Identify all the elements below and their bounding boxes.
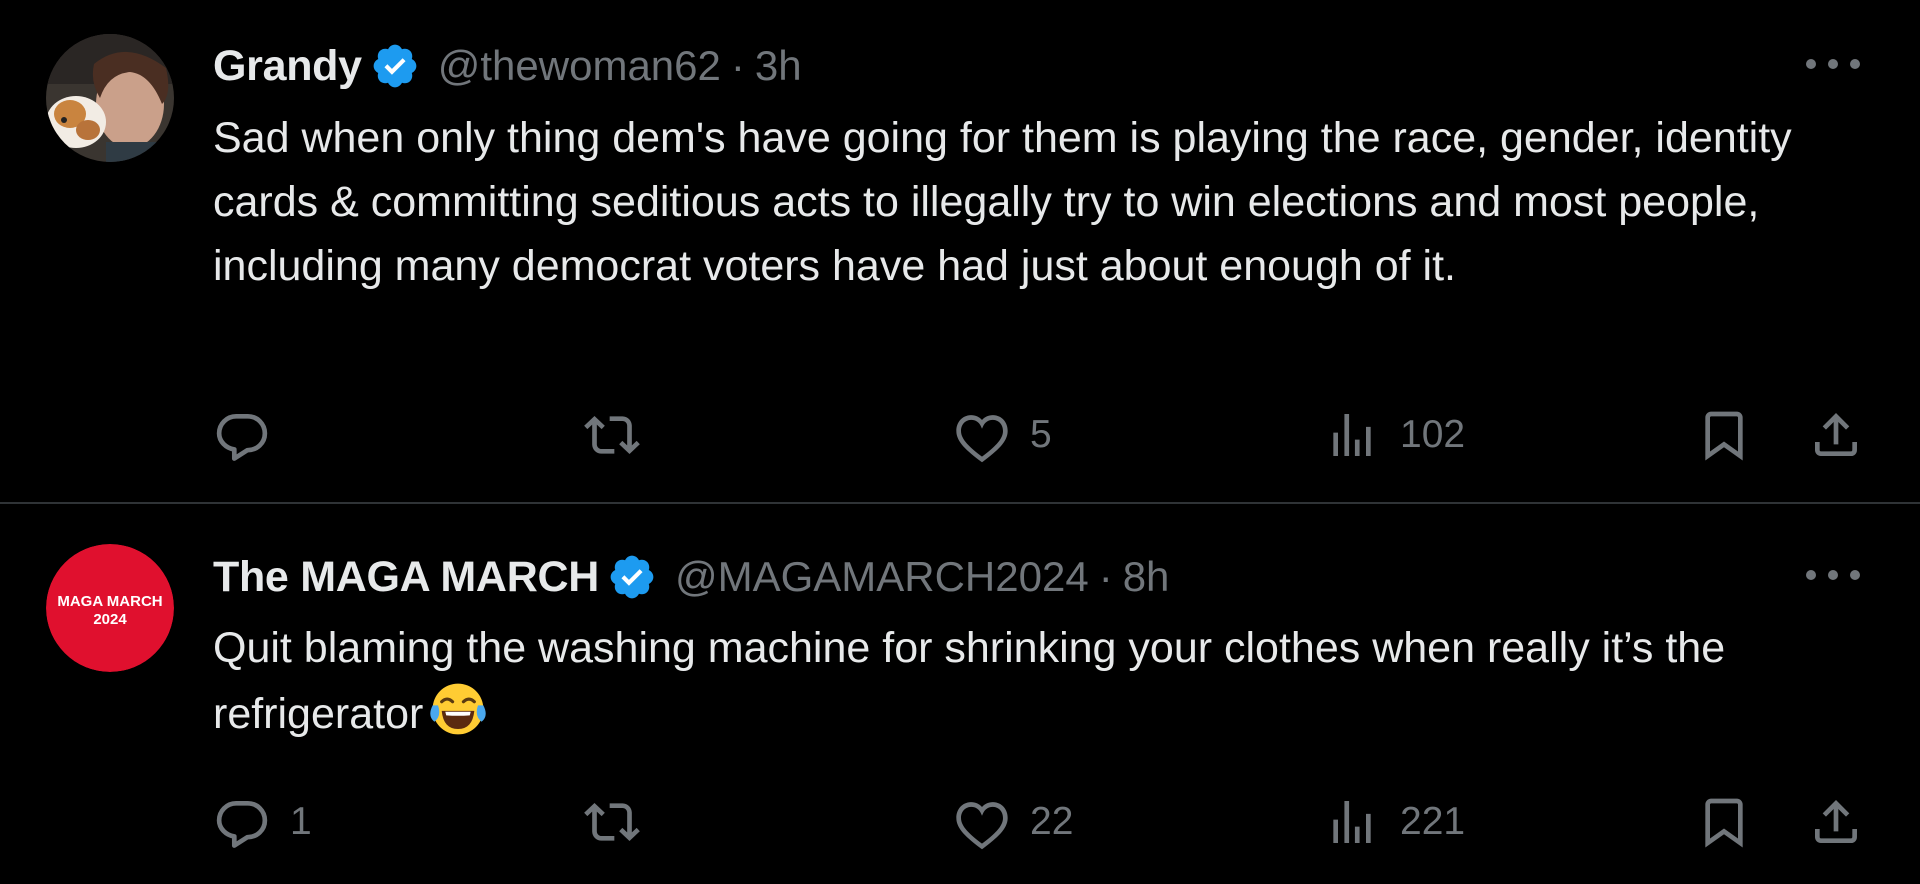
avatar-photo xyxy=(46,34,174,162)
bookmark-button[interactable] xyxy=(1696,400,1752,470)
avatar-logo: MAGA MARCH 2024 xyxy=(46,544,174,672)
tweet[interactable]: MAGA MARCH 2024 The MAGA MARCH @MAGAMARC… xyxy=(0,503,1920,884)
views-icon xyxy=(1333,414,1371,456)
timeline-feed: Grandy @thewoman62 · 3h Sad when only th… xyxy=(0,0,1920,884)
display-name[interactable]: Grandy xyxy=(213,42,362,91)
bookmark-button[interactable] xyxy=(1696,787,1752,857)
avatar-logo-line1: MAGA MARCH xyxy=(57,593,162,610)
user-handle[interactable]: @thewoman62 xyxy=(438,42,721,90)
views-button[interactable]: 102 xyxy=(1324,400,1465,470)
bookmark-icon xyxy=(1705,798,1743,848)
like-button[interactable]: 5 xyxy=(954,400,1052,470)
reply-button[interactable] xyxy=(214,400,290,470)
like-icon xyxy=(956,415,1008,463)
retweet-button[interactable] xyxy=(584,400,660,470)
retweet-icon xyxy=(584,416,640,454)
tweet-header: The MAGA MARCH @MAGAMARCH2024 · 8h xyxy=(213,547,1169,607)
retweet-icon xyxy=(584,803,640,841)
tweet[interactable]: Grandy @thewoman62 · 3h Sad when only th… xyxy=(0,0,1920,502)
bookmark-icon xyxy=(1705,411,1743,461)
face-with-tears-of-joy-icon xyxy=(430,683,487,735)
views-button[interactable]: 221 xyxy=(1324,787,1465,857)
reply-button[interactable]: 1 xyxy=(214,787,312,857)
verified-badge-icon[interactable] xyxy=(607,552,657,602)
tweet-text-content: Sad when only thing dem's have going for… xyxy=(213,114,1792,290)
avatar-logo-line2: 2024 xyxy=(93,611,127,628)
tweet-text: Quit blaming the washing machine for shr… xyxy=(213,616,1873,746)
more-icon[interactable] xyxy=(1806,54,1860,74)
reply-icon xyxy=(216,801,268,848)
views-count: 102 xyxy=(1400,413,1466,456)
tweet-text: Sad when only thing dem's have going for… xyxy=(213,106,1873,298)
tweet-actions: 5 102 xyxy=(0,400,1920,470)
verified-badge-icon[interactable] xyxy=(370,41,420,91)
more-icon[interactable] xyxy=(1806,565,1860,585)
views-icon xyxy=(1333,801,1371,843)
tweet-actions: 1 22 221 xyxy=(0,787,1920,857)
like-count: 22 xyxy=(1030,800,1074,843)
separator-dot: · xyxy=(1098,553,1113,600)
avatar[interactable]: MAGA MARCH 2024 xyxy=(46,544,174,672)
like-count: 5 xyxy=(1030,413,1052,456)
reply-icon xyxy=(216,414,268,461)
tweet-header: Grandy @thewoman62 · 3h xyxy=(213,36,802,96)
separator-dot: · xyxy=(730,42,745,89)
user-handle[interactable]: @MAGAMARCH2024 xyxy=(675,553,1089,601)
like-icon xyxy=(956,802,1008,850)
like-button[interactable]: 22 xyxy=(954,787,1073,857)
display-name[interactable]: The MAGA MARCH xyxy=(213,553,599,602)
share-icon xyxy=(1815,800,1857,843)
views-count: 221 xyxy=(1400,800,1466,843)
share-icon xyxy=(1815,413,1857,456)
share-button[interactable] xyxy=(1808,400,1864,470)
reply-count: 1 xyxy=(290,800,312,843)
timestamp[interactable]: 8h xyxy=(1123,553,1170,601)
retweet-button[interactable] xyxy=(584,787,660,857)
avatar[interactable] xyxy=(46,34,174,162)
timestamp[interactable]: 3h xyxy=(755,42,802,90)
share-button[interactable] xyxy=(1808,787,1864,857)
